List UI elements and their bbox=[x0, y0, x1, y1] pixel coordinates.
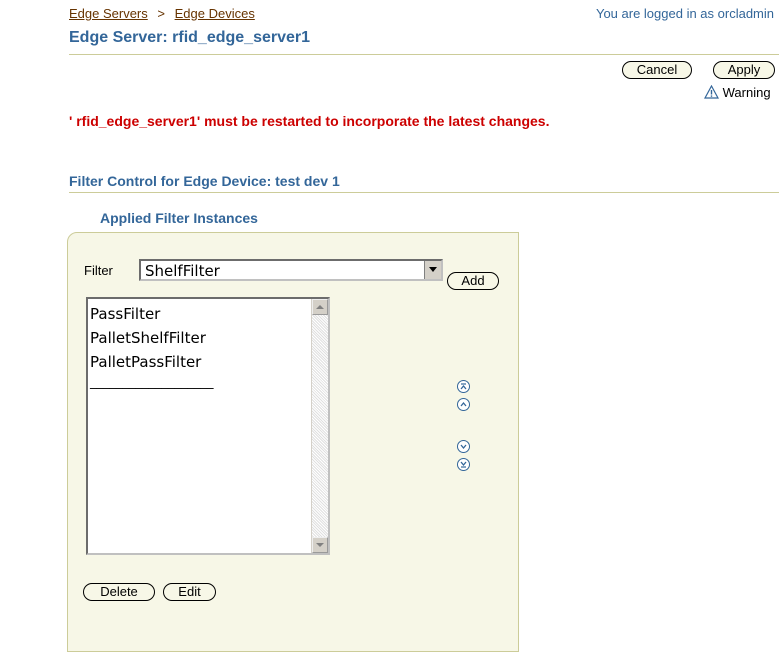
restart-warning-message: ' rfid_edge_server1' must be restarted t… bbox=[69, 113, 550, 129]
apply-button[interactable]: Apply bbox=[713, 61, 775, 79]
title-divider bbox=[69, 54, 779, 55]
applied-filters-header: Applied Filter Instances bbox=[100, 210, 258, 226]
list-scrollbar[interactable] bbox=[311, 299, 328, 553]
breadcrumb-edge-servers[interactable]: Edge Servers bbox=[69, 6, 148, 21]
section-divider bbox=[69, 192, 779, 193]
move-to-top-icon[interactable] bbox=[457, 380, 470, 393]
filter-select-value: ShelfFilter bbox=[145, 262, 220, 280]
move-up-icon[interactable] bbox=[457, 398, 470, 411]
breadcrumb-separator: > bbox=[157, 6, 165, 21]
cancel-button[interactable]: Cancel bbox=[622, 61, 692, 79]
scroll-up-icon[interactable] bbox=[312, 299, 328, 315]
warning-icon bbox=[703, 84, 720, 102]
list-item[interactable]: PalletPassFilter bbox=[90, 353, 201, 371]
move-down-icon[interactable] bbox=[457, 440, 470, 453]
filter-select[interactable]: ShelfFilter bbox=[139, 259, 443, 281]
add-button[interactable]: Add bbox=[447, 272, 499, 290]
warning-label: Warning bbox=[722, 85, 771, 100]
filter-control-header: Filter Control for Edge Device: test dev… bbox=[69, 173, 340, 189]
edit-button[interactable]: Edit bbox=[163, 583, 216, 601]
filter-label: Filter bbox=[84, 263, 113, 278]
list-item[interactable]: PalletShelfFilter bbox=[90, 329, 206, 347]
delete-button[interactable]: Delete bbox=[83, 583, 155, 601]
breadcrumb-edge-devices[interactable]: Edge Devices bbox=[175, 6, 255, 21]
applied-filters-list[interactable]: PassFilter PalletShelfFilter PalletPassF… bbox=[86, 297, 330, 555]
scroll-down-icon[interactable] bbox=[312, 537, 328, 553]
warning-indicator: Warning bbox=[703, 84, 771, 102]
move-to-bottom-icon[interactable] bbox=[457, 458, 470, 471]
dropdown-arrow-icon[interactable] bbox=[424, 261, 441, 279]
list-item[interactable]: PassFilter bbox=[90, 305, 160, 323]
page-title: Edge Server: rfid_edge_server1 bbox=[69, 29, 311, 46]
login-status: You are logged in as orcladmin bbox=[595, 6, 774, 21]
list-item[interactable]: ___________________ bbox=[90, 375, 214, 390]
breadcrumb: Edge Servers > Edge Devices bbox=[69, 6, 255, 21]
